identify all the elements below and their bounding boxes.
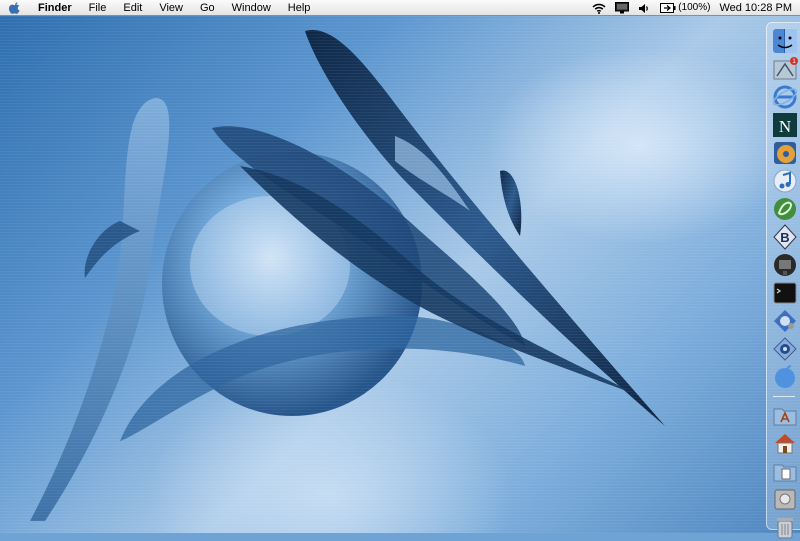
dock-item-documents[interactable] (771, 457, 799, 485)
ribbon-left-tip (84, 221, 140, 278)
svg-text:B: B (780, 230, 789, 245)
blade-top (305, 29, 665, 427)
internet-explorer-icon (772, 85, 798, 109)
dock-item-dreamweaver[interactable] (771, 195, 799, 223)
dock-item-trash[interactable] (771, 513, 799, 541)
wallpaper-artwork (30, 29, 665, 522)
menu-bar: Finder File Edit View Go Window Help (10… (0, 0, 800, 16)
dock-item-network-utility[interactable] (771, 307, 799, 335)
netscape-icon: N (773, 113, 797, 137)
ring-lower (120, 316, 525, 441)
dock-item-apple-help[interactable] (771, 363, 799, 391)
home-icon (775, 434, 795, 454)
bbedit-icon: B (773, 224, 797, 250)
menu-file[interactable]: File (89, 0, 107, 16)
network-utility-icon (774, 310, 796, 332)
app-menu-finder[interactable]: Finder (38, 0, 72, 16)
finder-icon (773, 29, 797, 53)
airport-wifi-icon[interactable] (592, 3, 606, 14)
dock-item-itunes-cd[interactable] (771, 139, 799, 167)
dock-separator (773, 396, 795, 397)
sphere (162, 152, 422, 416)
dock-item-netscape[interactable]: N (771, 111, 799, 139)
dock-item-finder[interactable] (771, 27, 799, 55)
dock-item-tv[interactable] (771, 251, 799, 279)
menu-window[interactable]: Window (232, 0, 271, 16)
menu-go[interactable]: Go (200, 0, 215, 16)
desktop[interactable] (0, 16, 800, 533)
dock-item-mail[interactable]: 1 (771, 55, 799, 83)
tv-icon (774, 254, 796, 276)
blade-mid (240, 166, 640, 396)
system-preferences-icon (773, 337, 797, 361)
itunes-cd-icon (774, 142, 796, 164)
battery-percentage: (100%) (678, 2, 711, 13)
displays-icon[interactable] (615, 2, 630, 14)
svg-text:N: N (779, 117, 791, 136)
trash-icon (777, 518, 793, 539)
itunes-icon (773, 169, 797, 193)
dock: 1 N B (766, 22, 800, 539)
menu-edit[interactable]: Edit (123, 0, 142, 16)
sphere-inner (190, 196, 350, 336)
ribbon-left (30, 97, 170, 522)
battery-icon[interactable] (660, 3, 676, 13)
applications-folder-icon (773, 408, 797, 426)
dreamweaver-icon (774, 198, 796, 220)
volume-icon[interactable] (638, 3, 651, 14)
ring-upper (212, 126, 525, 346)
dock-item-itunes[interactable] (771, 167, 799, 195)
dock-item-terminal[interactable] (771, 279, 799, 307)
dock-item-system-preferences[interactable] (771, 335, 799, 363)
apple-help-icon (775, 365, 795, 388)
blade-inner (395, 136, 470, 211)
dock-item-home[interactable] (771, 429, 799, 457)
blade-hook (500, 170, 522, 236)
mail-icon: 1 (773, 57, 798, 80)
menu-help[interactable]: Help (288, 0, 311, 16)
terminal-icon (773, 282, 797, 304)
dock-item-applications[interactable] (771, 401, 799, 429)
dock-item-bbedit[interactable]: B (771, 223, 799, 251)
disk-utility-icon (774, 489, 796, 510)
apple-menu-icon[interactable] (8, 1, 22, 15)
dock-item-internet-explorer[interactable] (771, 83, 799, 111)
menubar-clock[interactable]: Wed 10:28 PM (719, 0, 792, 16)
documents-folder-icon (773, 464, 797, 482)
dock-item-disk-utility[interactable] (771, 485, 799, 513)
menu-view[interactable]: View (159, 0, 183, 16)
